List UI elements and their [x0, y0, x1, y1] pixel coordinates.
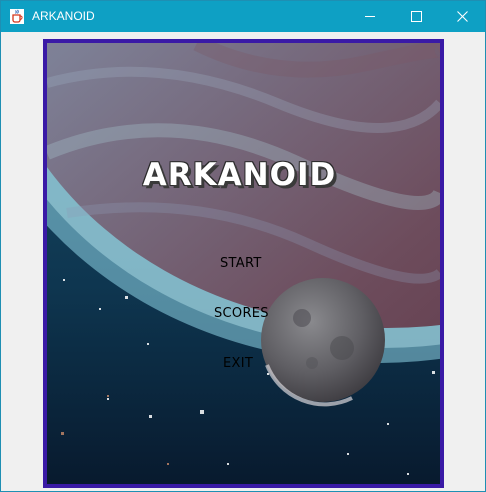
maximize-icon [410, 11, 422, 22]
java-cup-icon [10, 9, 24, 24]
window-title: ARKANOID [32, 9, 95, 23]
menu-start-button[interactable]: START [220, 256, 262, 271]
close-button[interactable] [439, 1, 485, 32]
maximize-button[interactable] [393, 1, 439, 32]
game-title: ARKANOID [142, 157, 337, 193]
close-icon [456, 11, 468, 22]
game-canvas[interactable]: ARKANOID START SCORES EXIT [43, 39, 444, 488]
title-bar[interactable]: ARKANOID [1, 1, 485, 32]
minimize-icon [364, 16, 375, 17]
minimize-button[interactable] [347, 1, 393, 32]
application-window: ARKANOID ARKANOID START SCORES EXIT [0, 0, 486, 492]
menu-exit-button[interactable]: EXIT [223, 356, 253, 371]
menu-scores-button[interactable]: SCORES [214, 306, 269, 321]
